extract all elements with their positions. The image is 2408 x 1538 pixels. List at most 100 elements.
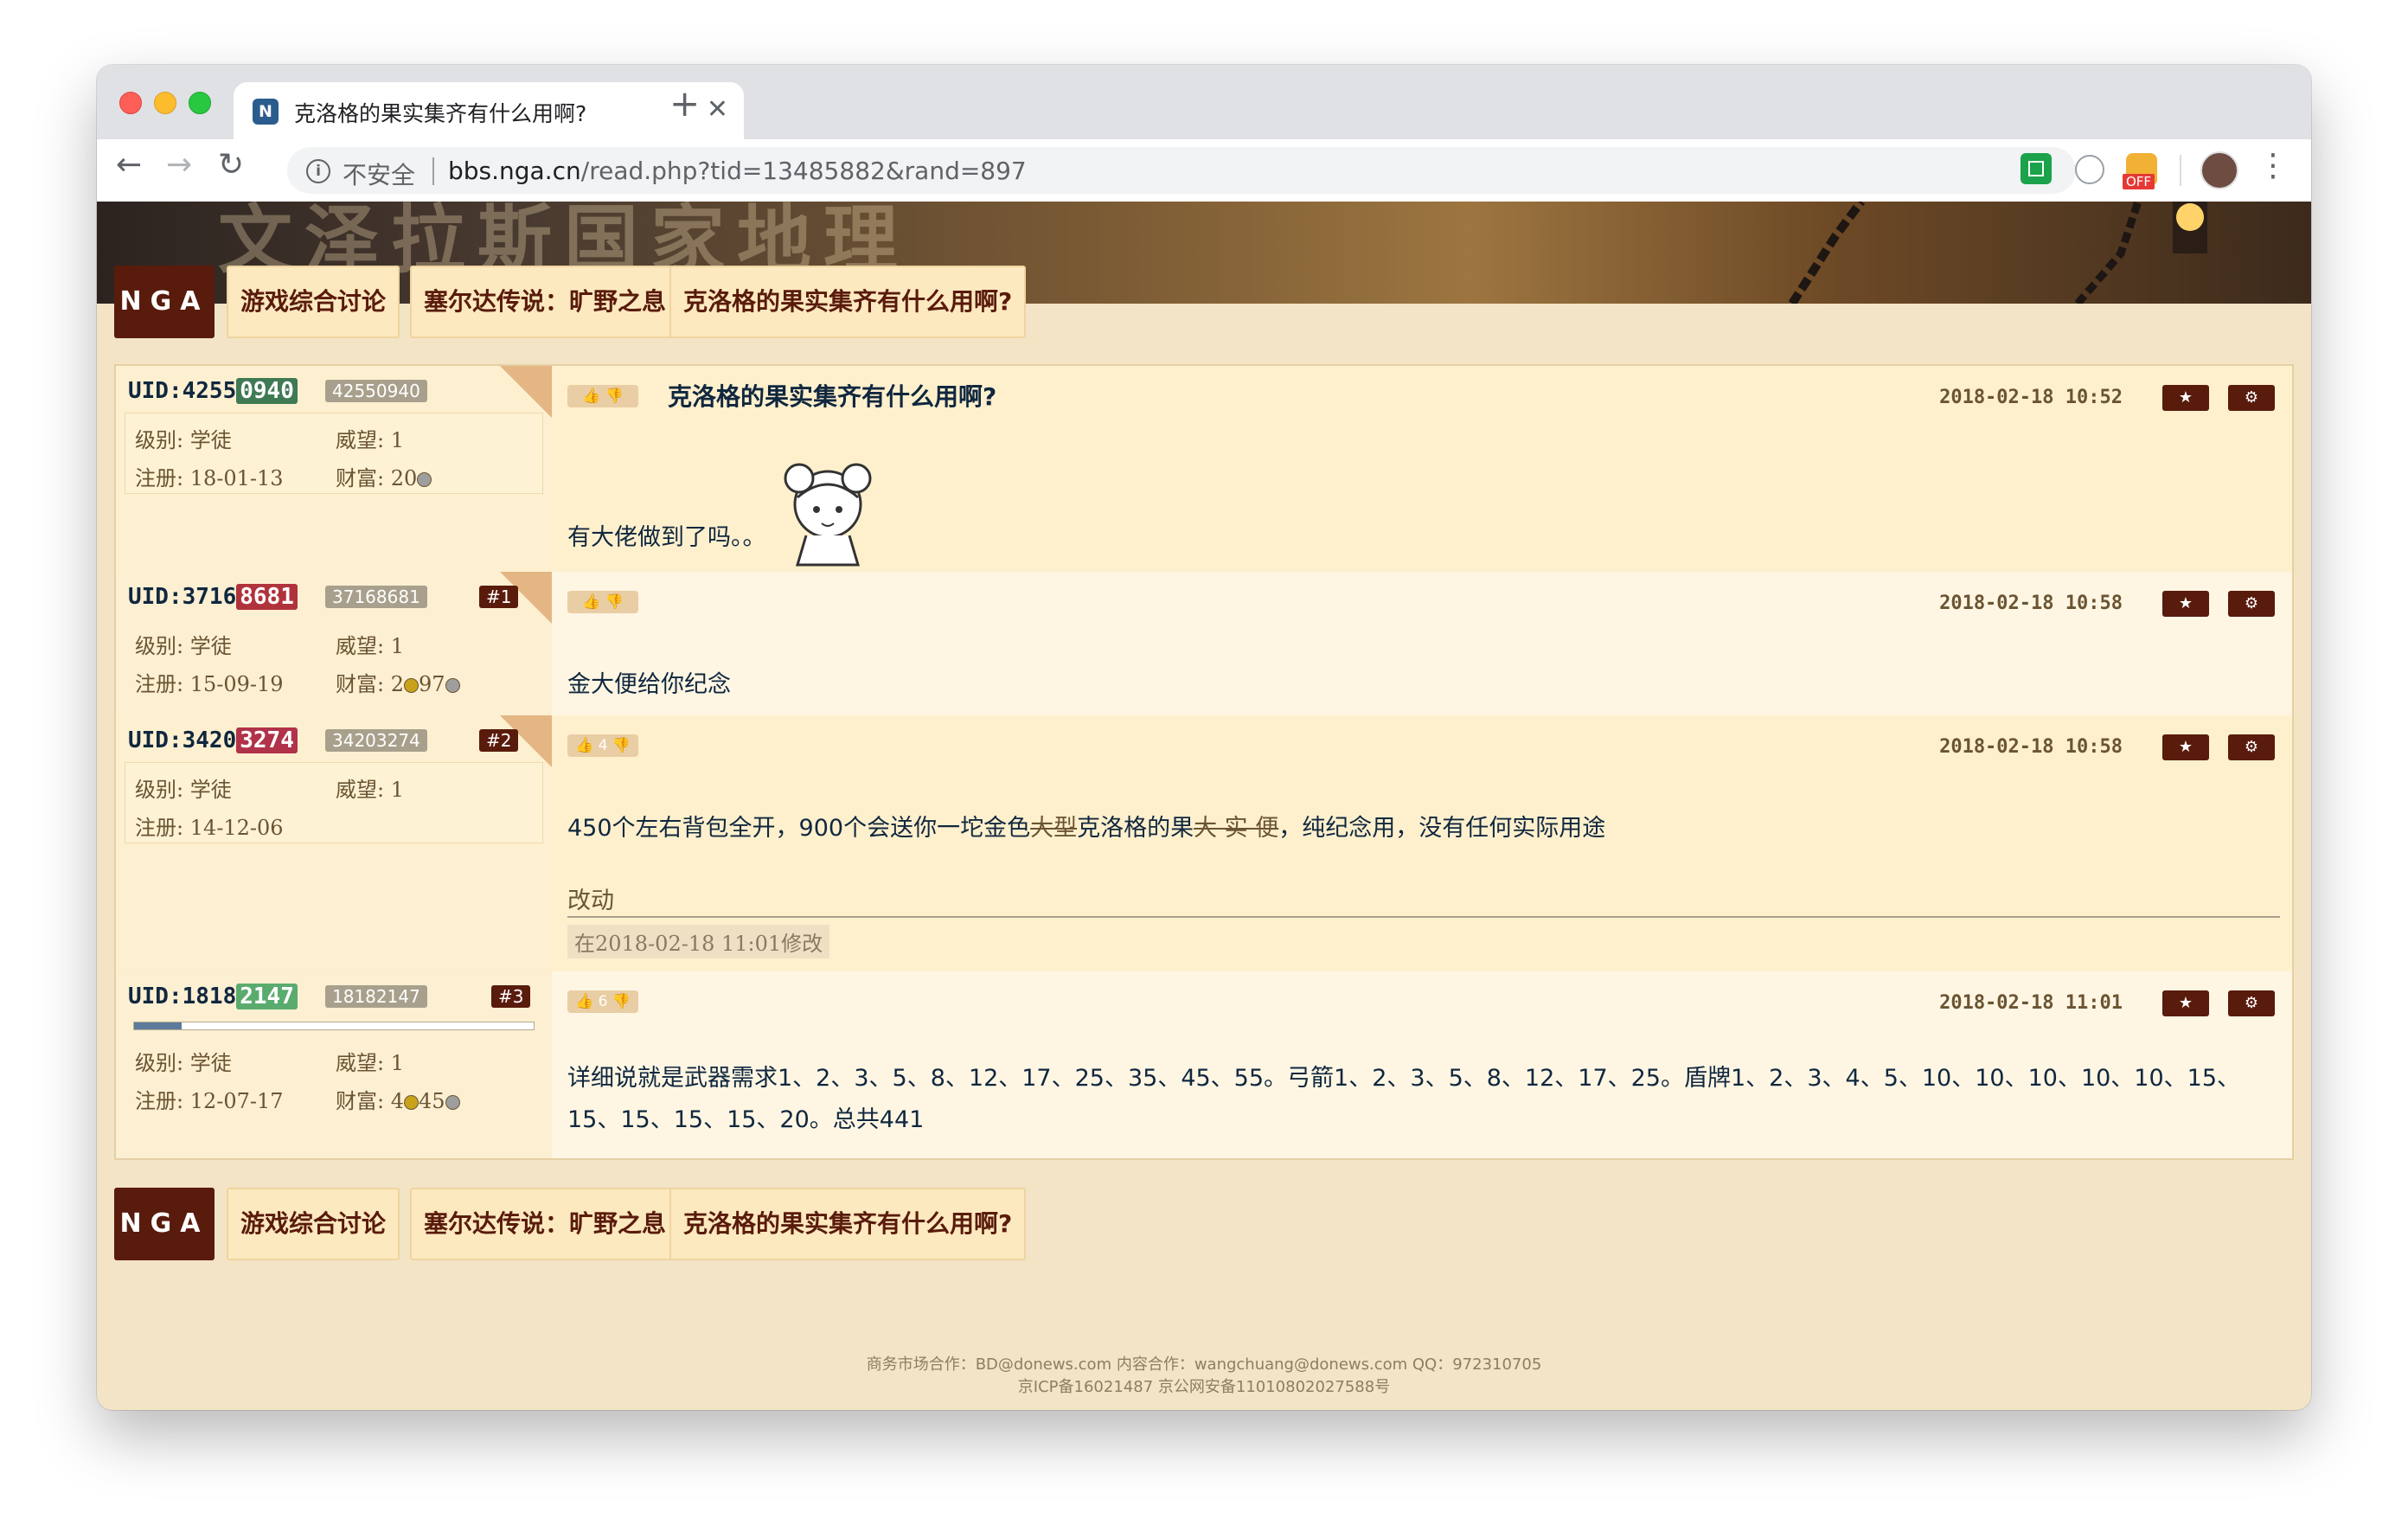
prestige-label: 威望: bbox=[336, 634, 391, 658]
reputation-progress-bar bbox=[133, 1022, 535, 1030]
device-corner-badge bbox=[500, 366, 552, 418]
chain-decoration-icon bbox=[1788, 202, 1865, 304]
floor-number[interactable]: #3 bbox=[491, 985, 531, 1008]
post-settings-gear-button[interactable]: ⚙ bbox=[2228, 385, 2275, 411]
floor-number[interactable]: #2 bbox=[479, 729, 519, 752]
author-level: 级别: 学徒 bbox=[135, 1046, 232, 1076]
author-registered: 注册: 12-07-17 bbox=[135, 1084, 284, 1114]
forward-arrow-icon[interactable]: → bbox=[166, 150, 192, 181]
close-window-button[interactable] bbox=[119, 92, 142, 114]
author-prestige: 威望: 1 bbox=[336, 772, 404, 803]
new-tab-icon[interactable]: + bbox=[669, 86, 700, 122]
edit-divider bbox=[567, 916, 2280, 918]
vote-buttons[interactable]: 👍 4 👎 bbox=[567, 734, 638, 757]
level-label: 级别: bbox=[135, 634, 190, 658]
post-content: 👍 4 👎 2018-02-18 10:58 ★ ⚙ 450个左右背包全开，90… bbox=[555, 715, 2292, 971]
registered-value: 14-12-06 bbox=[189, 816, 284, 840]
wealth-silver: 97 bbox=[419, 672, 445, 696]
breadcrumb-forum[interactable]: 游戏综合讨论 bbox=[227, 266, 400, 338]
info-icon[interactable]: i bbox=[306, 159, 330, 183]
post-body: 金大便给你纪念 bbox=[567, 671, 731, 698]
author-wealth: 财富: 2 97 bbox=[336, 667, 460, 697]
address-bar[interactable]: i 不安全 bbs.nga.cn/read.php?tid=13485882&r… bbox=[287, 147, 2076, 194]
footer-license: 京ICP备16021487 京公网安备110108020275​88号 bbox=[1017, 1378, 1391, 1396]
vote-count: 4 bbox=[598, 737, 608, 754]
prestige-value: 1 bbox=[390, 778, 404, 802]
level-value: 学徒 bbox=[189, 634, 232, 658]
tab-close-icon[interactable]: ✕ bbox=[707, 94, 728, 125]
page-content: 文泽拉斯国家地理 NGA 游戏综合讨论 塞尔达传说：旷野之息 克洛格的果实集齐有… bbox=[97, 202, 2311, 1410]
browser-tab[interactable]: N 克洛格的果实集齐有什么用啊? ✕ bbox=[234, 82, 744, 139]
post-settings-gear-button[interactable]: ⚙ bbox=[2228, 734, 2275, 760]
level-value: 学徒 bbox=[189, 1051, 232, 1075]
registered-label: 注册: bbox=[135, 816, 190, 840]
favorite-star-button[interactable]: ★ bbox=[2162, 591, 2209, 617]
silver-coin-icon bbox=[417, 472, 432, 487]
post-date: 2018-02-18 11:01 bbox=[1939, 992, 2123, 1014]
author-wealth: 财富: 4 45 bbox=[336, 1084, 460, 1114]
author-uid[interactable]: UID:3420 3274 bbox=[128, 727, 298, 753]
author-uid[interactable]: UID:1818 2147 bbox=[128, 984, 298, 1009]
favorite-star-button[interactable]: ★ bbox=[2162, 990, 2209, 1016]
address-separator bbox=[432, 157, 434, 185]
wealth-gold: 2 bbox=[390, 672, 404, 696]
nga-logo[interactable]: NGA bbox=[114, 1188, 215, 1260]
breadcrumb-thread[interactable]: 克洛格的果实集齐有什么用啊? bbox=[669, 1188, 1027, 1260]
extension-green-icon[interactable] bbox=[2021, 153, 2052, 184]
extension-circle-icon[interactable] bbox=[2075, 155, 2104, 184]
maximize-window-button[interactable] bbox=[189, 92, 211, 114]
wealth-label: 财富: bbox=[336, 466, 391, 490]
toolbar-separator bbox=[2180, 155, 2181, 186]
post-date: 2018-02-18 10:58 bbox=[1939, 736, 2123, 758]
more-menu-icon[interactable]: ⋮ bbox=[2258, 148, 2289, 183]
back-arrow-icon[interactable]: ← bbox=[116, 150, 142, 181]
lantern-decoration-icon bbox=[2074, 202, 2207, 304]
gold-coin-icon bbox=[404, 1095, 419, 1110]
breadcrumb-thread[interactable]: 克洛格的果实集齐有什么用啊? bbox=[669, 266, 1027, 338]
vote-buttons[interactable]: 👍 6 👎 bbox=[567, 990, 638, 1013]
post-body: 详细说就是武器需求1、2、3、5、8、12、17、25、35、45、55。弓箭1… bbox=[567, 1065, 2241, 1133]
breadcrumb-board[interactable]: 塞尔达传说：旷野之息 bbox=[410, 1188, 681, 1260]
security-label[interactable]: 不安全 bbox=[343, 157, 415, 191]
favorite-star-button[interactable]: ★ bbox=[2162, 734, 2209, 760]
favorite-star-button[interactable]: ★ bbox=[2162, 385, 2209, 411]
registered-value: 18-01-13 bbox=[189, 466, 284, 490]
uid-suffix: 0940 bbox=[236, 378, 298, 404]
author-prestige: 威望: 1 bbox=[336, 629, 404, 659]
post-author-panel: UID:4255 0940 42550940 级别: 学徒 威望: 1 注册: 1… bbox=[116, 366, 552, 572]
author-uid[interactable]: UID:3716 8681 bbox=[128, 584, 298, 610]
url-text[interactable]: bbs.nga.cn/read.php?tid=13485882&rand=89… bbox=[448, 157, 1027, 185]
extension-off-badge: OFF bbox=[2123, 174, 2155, 189]
edit-heading: 改动 bbox=[567, 888, 614, 914]
floor-number[interactable]: #1 bbox=[479, 586, 519, 608]
edit-note: 在2018-02-18 11:01修改 bbox=[567, 925, 830, 958]
reload-icon[interactable]: ↻ bbox=[218, 150, 244, 181]
nga-logo[interactable]: NGA bbox=[114, 266, 215, 338]
prestige-value: 1 bbox=[390, 1051, 404, 1075]
post-row: UID:3420 3274 34203274 #2 级别: 学徒 威望: 1 注册… bbox=[116, 715, 2292, 971]
post-body-part: 克洛格的果 bbox=[1077, 815, 1194, 842]
post-settings-gear-button[interactable]: ⚙ bbox=[2228, 591, 2275, 617]
minimize-window-button[interactable] bbox=[154, 92, 176, 114]
url-host: bbs.nga.cn bbox=[448, 157, 581, 185]
level-value: 学徒 bbox=[189, 778, 232, 802]
anime-girl-sticker-icon bbox=[784, 463, 872, 567]
vote-count: 6 bbox=[598, 993, 608, 1010]
author-wealth: 财富: 20 bbox=[336, 461, 432, 491]
post-settings-gear-button[interactable]: ⚙ bbox=[2228, 990, 2275, 1016]
vote-buttons[interactable]: 👍 👎 bbox=[567, 591, 638, 613]
breadcrumb-board[interactable]: 塞尔达传说：旷野之息 bbox=[410, 266, 681, 338]
prestige-label: 威望: bbox=[336, 428, 391, 452]
registered-label: 注册: bbox=[135, 1089, 190, 1113]
breadcrumb-forum[interactable]: 游戏综合讨论 bbox=[227, 1188, 400, 1260]
author-uid[interactable]: UID:4255 0940 bbox=[128, 378, 298, 404]
post-row: UID:3716 8681 37168681 #1 级别: 学徒 威望: 1 注册… bbox=[116, 572, 2292, 715]
post-body-part: 450个左右背包全开，900个会送你一坨金色 bbox=[567, 815, 1031, 842]
nga-favicon-icon: N bbox=[253, 99, 279, 125]
level-label: 级别: bbox=[135, 1051, 190, 1075]
wealth-label: 财富: bbox=[336, 1089, 391, 1113]
browser-window: N 克洛格的果实集齐有什么用啊? ✕ + ← → ↻ i 不安全 bbs.nga… bbox=[97, 65, 2311, 1410]
vote-buttons[interactable]: 👍 👎 bbox=[567, 385, 638, 407]
post-content: 👍 👎 2018-02-18 10:58 ★ ⚙ 金大便给你纪念 bbox=[555, 572, 2292, 715]
profile-avatar[interactable] bbox=[2200, 151, 2238, 189]
